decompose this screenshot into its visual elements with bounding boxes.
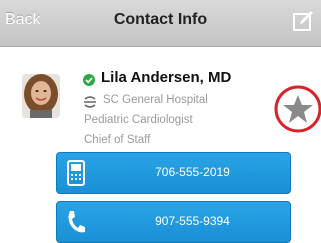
phone-number: 706-555-2019 <box>155 165 230 179</box>
nav-bar: Back Contact Info <box>0 0 321 47</box>
phone-handset-icon <box>66 209 86 235</box>
edit-icon[interactable] <box>291 9 315 33</box>
hospital-name: SC General Hospital <box>103 94 208 106</box>
mobile-phone-icon <box>66 160 86 186</box>
contact-name: Lila Andersen, MD <box>101 69 232 86</box>
favorite-star-button[interactable] <box>273 84 321 134</box>
call-phone-button[interactable]: 907-555-9394 <box>56 201 291 243</box>
phone-number: 907-555-9394 <box>155 214 230 228</box>
page-title: Contact Info <box>113 11 208 28</box>
contact-card: Lila Andersen, MD SC General Hospital Pe… <box>0 47 321 243</box>
call-mobile-button[interactable]: 706-555-2019 <box>56 152 291 194</box>
hospital-icon <box>83 95 97 108</box>
job-title: Chief of Staff <box>84 134 151 146</box>
verified-icon <box>83 73 95 86</box>
avatar <box>22 74 60 118</box>
specialty: Pediatric Cardiologist <box>84 114 193 126</box>
